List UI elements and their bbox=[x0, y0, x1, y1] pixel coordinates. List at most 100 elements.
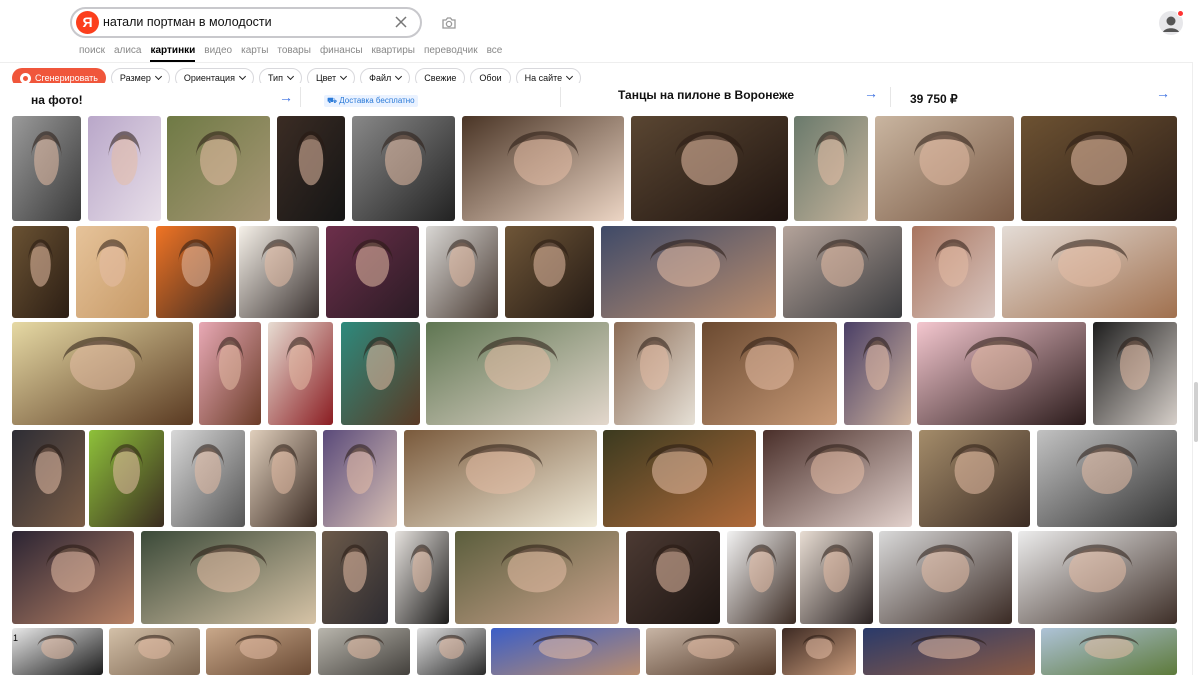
image-result[interactable] bbox=[341, 322, 420, 425]
image-result[interactable] bbox=[12, 628, 103, 675]
image-result[interactable] bbox=[323, 430, 397, 527]
image-result[interactable] bbox=[1093, 322, 1177, 425]
image-result[interactable] bbox=[88, 116, 161, 221]
image-result[interactable] bbox=[603, 430, 756, 527]
camera-search-icon[interactable] bbox=[440, 14, 458, 32]
photo-thumbnail bbox=[863, 628, 1035, 675]
image-result[interactable] bbox=[426, 322, 609, 425]
tab-4[interactable]: карты bbox=[241, 45, 268, 56]
arrow-right-icon[interactable]: → bbox=[864, 85, 878, 101]
ad-card-1[interactable]: на фото! → bbox=[31, 83, 293, 111]
photo-thumbnail bbox=[12, 430, 85, 527]
tab-5[interactable]: товары bbox=[277, 45, 311, 56]
image-result[interactable] bbox=[167, 116, 270, 221]
photo-thumbnail bbox=[76, 226, 149, 318]
image-result[interactable] bbox=[322, 531, 388, 624]
tab-1[interactable]: алиса bbox=[114, 45, 142, 56]
image-result[interactable] bbox=[794, 116, 868, 221]
delivery-badge-label: Доставка бесплатно bbox=[339, 96, 415, 105]
arrow-right-icon[interactable]: → bbox=[1156, 85, 1170, 101]
image-result[interactable] bbox=[404, 430, 597, 527]
image-result[interactable] bbox=[417, 628, 486, 675]
image-result[interactable] bbox=[614, 322, 695, 425]
image-result[interactable] bbox=[352, 116, 455, 221]
image-result[interactable] bbox=[626, 531, 720, 624]
close-icon[interactable] bbox=[392, 13, 410, 31]
image-result[interactable] bbox=[491, 628, 640, 675]
tab-0[interactable]: поиск bbox=[79, 45, 105, 56]
image-result[interactable] bbox=[863, 628, 1035, 675]
image-result[interactable] bbox=[919, 430, 1030, 527]
image-result[interactable] bbox=[455, 531, 619, 624]
image-result[interactable] bbox=[199, 322, 261, 425]
image-result[interactable] bbox=[782, 628, 856, 675]
tab-3[interactable]: видео bbox=[204, 45, 232, 56]
avatar[interactable] bbox=[1159, 10, 1184, 35]
image-result[interactable] bbox=[1002, 226, 1177, 318]
arrow-right-icon[interactable]: → bbox=[279, 89, 293, 105]
image-result[interactable] bbox=[844, 322, 911, 425]
image-result[interactable] bbox=[917, 322, 1086, 425]
image-result[interactable] bbox=[171, 430, 245, 527]
photo-thumbnail bbox=[326, 226, 419, 318]
image-result[interactable] bbox=[1018, 531, 1177, 624]
image-result[interactable] bbox=[326, 226, 419, 318]
image-result[interactable] bbox=[12, 322, 193, 425]
tab-6[interactable]: финансы bbox=[320, 45, 363, 56]
image-result[interactable] bbox=[89, 430, 164, 527]
image-result[interactable] bbox=[268, 322, 333, 425]
photo-thumbnail bbox=[250, 430, 317, 527]
photo-thumbnail bbox=[12, 531, 134, 624]
image-result[interactable] bbox=[12, 116, 81, 221]
image-result[interactable] bbox=[702, 322, 837, 425]
image-result[interactable] bbox=[12, 226, 69, 318]
ad-card-3[interactable]: Танцы на пилоне в Воронеже → bbox=[618, 83, 888, 111]
tab-7[interactable]: квартиры bbox=[372, 45, 415, 56]
image-result[interactable] bbox=[646, 628, 776, 675]
photo-thumbnail bbox=[167, 116, 270, 221]
image-result[interactable] bbox=[601, 226, 776, 318]
photo-thumbnail bbox=[912, 226, 995, 318]
image-result[interactable] bbox=[141, 531, 316, 624]
image-result[interactable] bbox=[76, 226, 149, 318]
image-result[interactable] bbox=[1037, 430, 1177, 527]
image-result[interactable] bbox=[277, 116, 345, 221]
photo-thumbnail bbox=[1021, 116, 1177, 221]
image-result[interactable] bbox=[783, 226, 902, 318]
image-result[interactable] bbox=[800, 531, 873, 624]
tab-9[interactable]: все bbox=[487, 45, 503, 56]
scrollbar[interactable] bbox=[1192, 62, 1200, 675]
filter-chip-label: Ориентация bbox=[183, 73, 235, 83]
image-result[interactable] bbox=[875, 116, 1014, 221]
tab-2[interactable]: картинки bbox=[150, 45, 195, 62]
image-result[interactable] bbox=[206, 628, 311, 675]
image-result[interactable] bbox=[12, 430, 85, 527]
search-bar[interactable]: Я натали портман в молодости bbox=[70, 7, 422, 38]
image-result[interactable] bbox=[763, 430, 912, 527]
photo-thumbnail bbox=[206, 628, 311, 675]
image-result[interactable] bbox=[395, 531, 449, 624]
image-result[interactable] bbox=[12, 531, 134, 624]
ad-card-4[interactable]: 39 750 ₽ → bbox=[910, 83, 1180, 111]
image-result[interactable] bbox=[109, 628, 200, 675]
tab-8[interactable]: переводчик bbox=[424, 45, 478, 56]
image-result[interactable] bbox=[462, 116, 624, 221]
image-result[interactable] bbox=[727, 531, 796, 624]
image-result[interactable] bbox=[1021, 116, 1177, 221]
photo-thumbnail bbox=[702, 322, 837, 425]
photo-thumbnail bbox=[646, 628, 776, 675]
image-result[interactable] bbox=[1041, 628, 1177, 675]
scrollbar-thumb[interactable] bbox=[1194, 382, 1198, 442]
yandex-logo[interactable]: Я bbox=[76, 11, 99, 34]
photo-thumbnail bbox=[12, 628, 103, 675]
image-result[interactable] bbox=[879, 531, 1012, 624]
image-result[interactable] bbox=[156, 226, 236, 318]
image-result[interactable] bbox=[318, 628, 410, 675]
image-result[interactable] bbox=[912, 226, 995, 318]
image-result[interactable] bbox=[250, 430, 317, 527]
image-result[interactable] bbox=[426, 226, 498, 318]
image-result[interactable] bbox=[239, 226, 319, 318]
search-input[interactable]: натали портман в молодости bbox=[103, 15, 272, 29]
image-result[interactable] bbox=[505, 226, 594, 318]
image-result[interactable] bbox=[631, 116, 788, 221]
